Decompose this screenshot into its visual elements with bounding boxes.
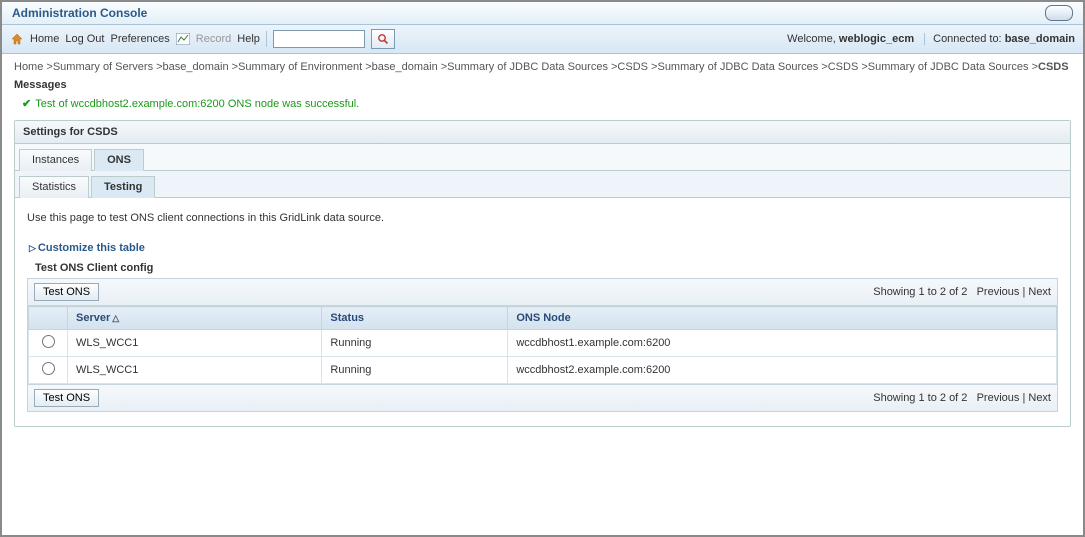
row-select-radio[interactable] (42, 335, 55, 348)
tab-instances[interactable]: Instances (19, 149, 92, 171)
cell-status: Running (322, 357, 508, 384)
search-icon (377, 33, 389, 45)
table-row: WLS_WCC1 Running wccdbhost1.example.com:… (29, 330, 1057, 357)
main-tabs: Instances ONS (15, 144, 1070, 171)
cell-server: WLS_WCC1 (68, 357, 322, 384)
pager-previous-bottom[interactable]: Previous (977, 392, 1020, 404)
nav-help[interactable]: Help (237, 33, 260, 45)
table-toolbar-bottom: Test ONS Showing 1 to 2 of 2 Previous | … (28, 384, 1057, 411)
page-description: Use this page to test ONS client connect… (27, 212, 1058, 224)
row-select-radio[interactable] (42, 362, 55, 375)
pager-showing-bottom: Showing 1 to 2 of 2 (873, 392, 967, 404)
success-text: Test of wccdbhost2.example.com:6200 ONS … (35, 98, 359, 110)
titlebar: Administration Console (2, 2, 1083, 25)
tab-ons[interactable]: ONS (94, 149, 144, 171)
sort-asc-icon: △ (112, 313, 119, 323)
col-server[interactable]: Server△ (68, 307, 322, 330)
search-input[interactable] (273, 30, 365, 48)
sub-tabs: Statistics Testing (15, 171, 1070, 198)
pager-showing-top: Showing 1 to 2 of 2 (873, 286, 967, 298)
connected-text: Connected to: base_domain (924, 33, 1075, 45)
oracle-logo (1045, 5, 1073, 21)
customize-table-link[interactable]: ▷ Customize this table (29, 242, 1058, 254)
connected-domain: base_domain (1005, 33, 1075, 45)
nav-home[interactable]: Home (30, 33, 59, 45)
test-ons-button-bottom[interactable]: Test ONS (34, 389, 99, 407)
pager-previous-top[interactable]: Previous (977, 286, 1020, 298)
subtab-testing[interactable]: Testing (91, 176, 155, 198)
col-ons-node[interactable]: ONS Node (508, 307, 1057, 330)
cell-ons-node: wccdbhost1.example.com:6200 (508, 330, 1057, 357)
success-icon: ✔ (22, 97, 31, 110)
settings-panel: Settings for CSDS Instances ONS Statisti… (14, 120, 1071, 427)
home-icon (10, 32, 24, 46)
cell-status: Running (322, 330, 508, 357)
cell-ons-node: wccdbhost2.example.com:6200 (508, 357, 1057, 384)
expand-icon: ▷ (29, 243, 36, 254)
data-table-wrapper: Test ONS Showing 1 to 2 of 2 Previous | … (27, 278, 1058, 412)
table-title: Test ONS Client config (35, 262, 1058, 274)
col-status[interactable]: Status (322, 307, 508, 330)
welcome-text: Welcome, weblogic_ecm (787, 33, 914, 45)
nav-record: Record (196, 33, 231, 45)
test-ons-button-top[interactable]: Test ONS (34, 283, 99, 301)
table-toolbar-top: Test ONS Showing 1 to 2 of 2 Previous | … (28, 279, 1057, 306)
ons-table: Server△ Status ONS Node WLS_WCC1 Running… (28, 306, 1057, 384)
cell-server: WLS_WCC1 (68, 330, 322, 357)
subtab-statistics[interactable]: Statistics (19, 176, 89, 198)
app-title: Administration Console (12, 6, 147, 20)
messages-label: Messages (14, 79, 1071, 91)
toolbar: Home Log Out Preferences Record Help Wel… (2, 25, 1083, 54)
table-row: WLS_WCC1 Running wccdbhost2.example.com:… (29, 357, 1057, 384)
welcome-user: weblogic_ecm (839, 33, 914, 45)
nav-logout[interactable]: Log Out (65, 33, 104, 45)
pager-next-top[interactable]: Next (1028, 286, 1051, 298)
toolbar-separator (266, 31, 267, 47)
panel-title: Settings for CSDS (15, 121, 1070, 144)
record-icon (176, 33, 190, 45)
breadcrumb-current: CSDS (1038, 61, 1069, 73)
breadcrumb: Home >Summary of Servers >base_domain >S… (14, 60, 1071, 75)
nav-preferences[interactable]: Preferences (110, 33, 169, 45)
col-select (29, 307, 68, 330)
pager-next-bottom[interactable]: Next (1028, 392, 1051, 404)
search-button[interactable] (371, 29, 395, 49)
success-message: ✔ Test of wccdbhost2.example.com:6200 ON… (22, 97, 1071, 110)
